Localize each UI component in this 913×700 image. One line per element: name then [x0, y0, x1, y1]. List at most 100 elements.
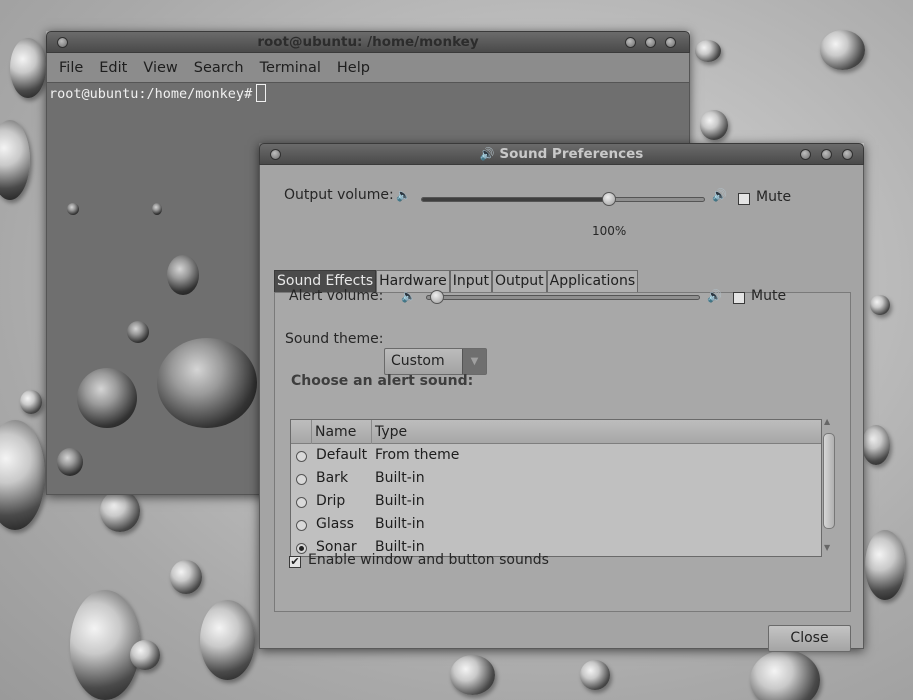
wallpaper-drop	[862, 425, 890, 465]
wallpaper-drop	[200, 600, 255, 680]
scroll-up-icon[interactable]: ▲	[824, 417, 830, 426]
list-item[interactable]: Drip Built-in	[291, 491, 821, 514]
alert-volume-slider[interactable]	[426, 290, 700, 304]
sound-preferences-title-text: Sound Preferences	[499, 146, 644, 162]
wallpaper-drop	[750, 650, 820, 700]
output-volume-percent: 100%	[592, 224, 627, 238]
alert-sound-type: Built-in	[375, 493, 425, 509]
volume-low-icon: 🔈	[401, 289, 416, 303]
alert-sound-list[interactable]: Name Type Default From theme Bark Built-in D…	[290, 419, 822, 557]
enable-sounds-checkbox[interactable]: ✔	[289, 556, 301, 568]
wallpaper-drop	[127, 321, 149, 343]
minimize-icon[interactable]	[800, 149, 811, 160]
minimize-icon[interactable]	[625, 37, 636, 48]
scrollbar-thumb[interactable]	[823, 433, 835, 529]
terminal-cursor	[256, 84, 267, 102]
wallpaper-drop	[57, 448, 83, 476]
alert-volume-knob[interactable]	[430, 290, 444, 304]
output-volume-knob[interactable]	[602, 192, 617, 206]
close-icon[interactable]	[842, 149, 853, 160]
volume-high-icon: 🔊	[712, 188, 727, 202]
column-header-name[interactable]: Name	[311, 420, 371, 444]
maximize-icon[interactable]	[821, 149, 832, 160]
menu-search[interactable]: Search	[186, 60, 252, 76]
column-header-type[interactable]: Type	[371, 420, 821, 444]
terminal-prompt: root@ubuntu:/home/monkey#	[49, 86, 253, 102]
output-volume-slider[interactable]	[421, 192, 705, 206]
sound-theme-combo[interactable]: Custom ▼	[384, 348, 487, 375]
alert-volume-label: Alert volume:	[289, 288, 384, 304]
wallpaper-drop	[0, 420, 45, 530]
tab-input[interactable]: Input	[449, 270, 492, 292]
wallpaper-drop	[130, 640, 160, 670]
wallpaper-drop	[167, 255, 199, 295]
wallpaper-drop	[170, 560, 202, 594]
output-volume-fill	[422, 198, 610, 201]
enable-sounds-label: Enable window and button sounds	[308, 552, 549, 568]
sound-preferences-window[interactable]: 🔊 Sound Preferences Output volume: 🔈 🔊 M…	[259, 143, 864, 652]
alert-sound-type: Built-in	[375, 516, 425, 532]
volume-low-icon: 🔈	[396, 188, 411, 202]
wallpaper-drop	[10, 38, 46, 98]
menu-view[interactable]: View	[135, 60, 185, 76]
alert-sound-radio[interactable]	[296, 520, 307, 531]
close-button[interactable]: Close	[768, 625, 851, 652]
sound-preferences-titlebar[interactable]: 🔊 Sound Preferences	[259, 143, 864, 165]
wallpaper-drop	[157, 338, 257, 428]
alert-sound-radio[interactable]	[296, 543, 307, 554]
wallpaper-drop	[695, 40, 721, 62]
wallpaper-drop	[67, 203, 79, 215]
scroll-down-icon[interactable]: ▼	[824, 543, 830, 552]
alert-sound-name: Bark	[316, 470, 349, 486]
wallpaper-drop	[100, 490, 140, 532]
menu-file[interactable]: File	[51, 60, 91, 76]
alert-sound-name: Drip	[316, 493, 346, 509]
wallpaper-drop	[820, 30, 865, 70]
list-header: Name Type	[291, 420, 821, 444]
menu-help[interactable]: Help	[329, 60, 378, 76]
wallpaper-drop	[0, 120, 30, 200]
menu-terminal[interactable]: Terminal	[252, 60, 329, 76]
list-scrollbar[interactable]: ▲ ▼	[822, 417, 836, 557]
alert-sound-name: Glass	[316, 516, 354, 532]
terminal-prompt-line: root@ubuntu:/home/monkey#	[49, 84, 267, 102]
wallpaper-drop	[700, 110, 728, 140]
wallpaper-drop	[70, 590, 140, 700]
wallpaper-drop	[20, 390, 42, 414]
list-item[interactable]: Default From theme	[291, 445, 821, 468]
alert-sound-name: Default	[316, 447, 368, 463]
speaker-icon: 🔊	[479, 147, 495, 161]
sound-theme-value: Custom	[391, 353, 445, 369]
output-mute-checkbox[interactable]	[738, 193, 750, 205]
output-mute-label: Mute	[756, 189, 792, 205]
alert-mute-checkbox[interactable]	[733, 292, 745, 304]
wallpaper-drop	[870, 295, 890, 315]
terminal-menubar: File Edit View Search Terminal Help	[46, 53, 690, 82]
sound-theme-label: Sound theme:	[285, 331, 384, 347]
choose-alert-heading: Choose an alert sound:	[291, 373, 474, 389]
wallpaper-drop	[77, 368, 137, 428]
alert-sound-type: Built-in	[375, 470, 425, 486]
close-icon[interactable]	[665, 37, 676, 48]
volume-high-icon: 🔊	[707, 289, 722, 303]
wallpaper-drop	[580, 660, 610, 690]
alert-sound-radio[interactable]	[296, 451, 307, 462]
menu-edit[interactable]: Edit	[91, 60, 135, 76]
wallpaper-drop	[450, 655, 495, 695]
list-item[interactable]: Glass Built-in	[291, 514, 821, 537]
alert-sound-radio[interactable]	[296, 497, 307, 508]
tab-applications[interactable]: Applications	[546, 270, 639, 292]
terminal-titlebar[interactable]: root@ubuntu: /home/monkey	[46, 31, 690, 53]
tab-output[interactable]: Output	[491, 270, 547, 292]
list-item[interactable]: Bark Built-in	[291, 468, 821, 491]
wallpaper-drop	[865, 530, 905, 600]
terminal-title: root@ubuntu: /home/monkey	[257, 34, 479, 50]
sound-preferences-title: 🔊 Sound Preferences	[260, 146, 863, 162]
sound-preferences-body: Output volume: 🔈 🔊 Mute 100% Sound Effec…	[259, 165, 864, 652]
chevron-down-icon[interactable]: ▼	[462, 349, 486, 374]
maximize-icon[interactable]	[645, 37, 656, 48]
output-volume-label: Output volume:	[284, 187, 394, 203]
wallpaper-drop	[152, 203, 162, 215]
alert-sound-radio[interactable]	[296, 474, 307, 485]
alert-mute-label: Mute	[751, 288, 787, 304]
